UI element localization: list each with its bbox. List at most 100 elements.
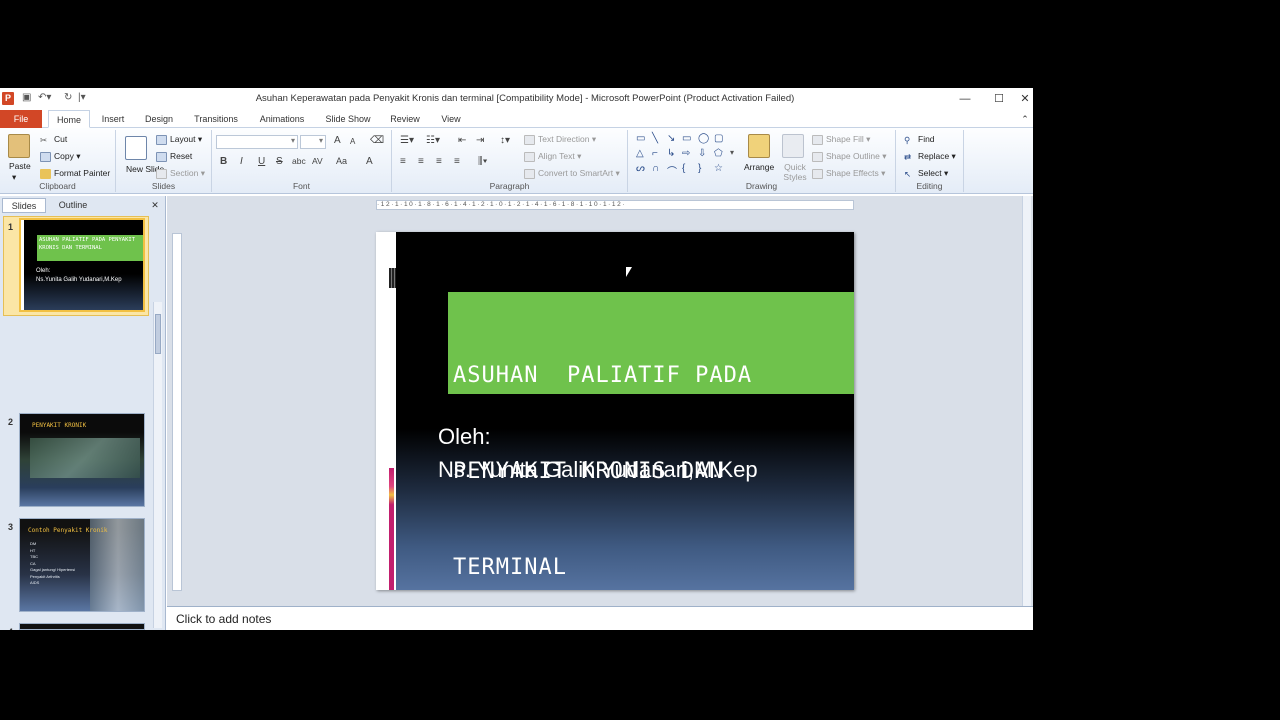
bullets-icon[interactable]: ☰▾ [400,135,414,146]
find-button[interactable]: ⚲ Find [904,134,935,145]
align-right-icon[interactable]: ≡ [436,156,442,167]
quick-styles-button[interactable]: Quick Styles [780,162,810,182]
character-spacing-button[interactable]: AV [312,156,323,166]
right-brace-shape-icon[interactable]: } [698,163,701,174]
slide-thumbnail-3[interactable]: Contoh Penyakit Kronik DM HT TBC CA Gaga… [19,518,145,612]
convert-smartart-button[interactable]: Convert to SmartArt ▾ [524,168,620,179]
new-slide-icon[interactable] [125,136,147,160]
slide-thumbnail-1[interactable]: ASUHAN PALIATIF PADA PENYAKIT KRONIS DAN… [19,218,145,312]
arc-shape-icon[interactable]: ⌒ [667,163,677,178]
select-button[interactable]: ↖ Select ▾ [904,168,948,179]
curve-shape-icon[interactable]: ∩ [652,163,659,174]
decrease-indent-icon[interactable]: ⇤ [458,135,466,146]
align-text-button[interactable]: Align Text ▾ [524,151,581,162]
justify-icon[interactable]: ≡ [454,156,460,167]
tab-transitions[interactable]: Transitions [188,110,244,128]
tab-insert[interactable]: Insert [96,110,130,128]
tab-slide-show[interactable]: Slide Show [320,110,376,128]
rectangle-shape-icon[interactable]: ▭ [682,133,691,144]
shrink-font-button[interactable]: A [350,137,355,146]
strikethrough-button[interactable]: S [276,156,283,167]
paste-button[interactable]: Paste [9,161,31,171]
freeform-shape-icon[interactable]: ᔕ [636,163,645,174]
shape-outline-button[interactable]: Shape Outline ▾ [812,151,887,162]
notes-pane[interactable]: Click to add notes [167,606,1033,630]
elbow-arrow-shape-icon[interactable]: ↳ [667,148,675,159]
change-case-button[interactable]: Aa [336,156,347,166]
arrow-line-shape-icon[interactable]: ↘ [667,133,675,144]
copy-button[interactable]: Copy ▾ [40,151,80,162]
shape-fill-button[interactable]: Shape Fill ▾ [812,134,870,145]
font-name-combo[interactable]: ▾ [216,135,298,149]
textbox-shape-icon[interactable]: ▭ [636,133,645,144]
tab-outline[interactable]: Outline [48,198,98,213]
clear-formatting-icon[interactable]: ⌫ [370,135,384,146]
close-pane-icon[interactable]: ✕ [148,198,162,213]
edit-scrollbar[interactable] [1022,196,1031,606]
rounded-rect-shape-icon[interactable]: ▢ [714,133,723,144]
line-spacing-icon[interactable]: ↕▾ [500,135,510,146]
flowchart-shape-icon[interactable]: ⬠ [714,148,723,159]
decorative-bar-top [389,268,396,288]
layout-button[interactable]: Layout ▾ [156,134,202,145]
minimize-button[interactable]: — [950,90,980,108]
oval-shape-icon[interactable]: ◯ [698,133,709,144]
section-button[interactable]: Section ▾ [156,168,205,179]
more-shapes-icon[interactable]: ▾ [730,148,734,157]
close-button[interactable]: ✕ [1010,90,1033,108]
star-shape-icon[interactable]: ☆ [714,163,723,174]
reset-button[interactable]: Reset [156,151,192,162]
copy-label: Copy [54,151,74,161]
left-brace-shape-icon[interactable]: { [682,163,685,174]
group-label: Font [292,181,310,191]
columns-icon[interactable]: ⫼▾ [478,156,487,167]
elbow-connector-shape-icon[interactable]: ⌐ [652,148,658,159]
slide-number: 4 [8,627,13,630]
tab-slides[interactable]: Slides [2,198,46,213]
shape-effects-button[interactable]: Shape Effects ▾ [812,168,885,179]
tab-view[interactable]: View [432,110,470,128]
font-size-combo[interactable]: ▾ [300,135,326,149]
tab-animations[interactable]: Animations [254,110,310,128]
down-arrow-shape-icon[interactable]: ⇩ [698,148,706,159]
group-drawing: ▭ ╲ ↘ ▭ ◯ ▢ △ ⌐ ↳ ⇨ ⇩ ⬠ ᔕ ∩ ⌒ { } ☆ ▾ Ar… [628,130,896,192]
paste-icon[interactable] [8,134,30,158]
format-painter-button[interactable]: Format Painter [40,168,110,179]
thumb-bullet: AIDS [30,580,40,585]
slide-thumbnail-2[interactable]: PENYAKIT KRONIK [19,413,145,507]
tab-home[interactable]: Home [48,110,90,128]
decorative-bar-bottom [389,468,394,590]
font-color-button[interactable]: A [366,156,373,167]
author-label: Oleh: [438,424,491,449]
right-arrow-shape-icon[interactable]: ⇨ [682,148,690,159]
slide-title-box[interactable]: ASUHAN PALIATIF PADA PENYAKIT KRONIS DAN… [448,292,854,580]
slides-scrollbar[interactable] [153,302,162,628]
arrange-icon[interactable] [748,134,770,158]
shapes-gallery[interactable]: ▭ ╲ ↘ ▭ ◯ ▢ △ ⌐ ↳ ⇨ ⇩ ⬠ ᔕ ∩ ⌒ { } ☆ ▾ [634,133,738,179]
line-shape-icon[interactable]: ╲ [652,133,658,144]
grow-font-button[interactable]: A [334,135,341,146]
align-center-icon[interactable]: ≡ [418,156,424,167]
cut-button[interactable]: ✂ Cut [40,134,67,145]
slide-subtitle-box[interactable]: Oleh: Ns. Yunita Galih Yudanari,M.Kep [438,420,758,486]
collapse-ribbon-icon[interactable]: ⌃ [1018,110,1032,128]
underline-button[interactable]: U [258,156,265,167]
arrange-button[interactable]: Arrange [744,162,774,172]
shape-effects-label: Shape Effects [826,168,879,178]
scrollbar-thumb[interactable] [155,314,161,354]
numbering-icon[interactable]: ☷▾ [426,135,440,146]
increase-indent-icon[interactable]: ⇥ [476,135,484,146]
current-slide[interactable]: ASUHAN PALIATIF PADA PENYAKIT KRONIS DAN… [376,232,854,590]
group-label: Clipboard [39,181,76,191]
italic-button[interactable]: I [240,156,243,167]
triangle-shape-icon[interactable]: △ [636,148,644,159]
quick-styles-icon[interactable] [782,134,804,158]
bold-button[interactable]: B [220,156,227,167]
tab-design[interactable]: Design [138,110,180,128]
text-direction-button[interactable]: Text Direction ▾ [524,134,596,145]
align-left-icon[interactable]: ≡ [400,156,406,167]
tab-file[interactable]: File [0,110,42,128]
replace-button[interactable]: ⇄ Replace ▾ [904,151,956,162]
tab-review[interactable]: Review [384,110,426,128]
shadow-button[interactable]: abc [292,156,306,166]
